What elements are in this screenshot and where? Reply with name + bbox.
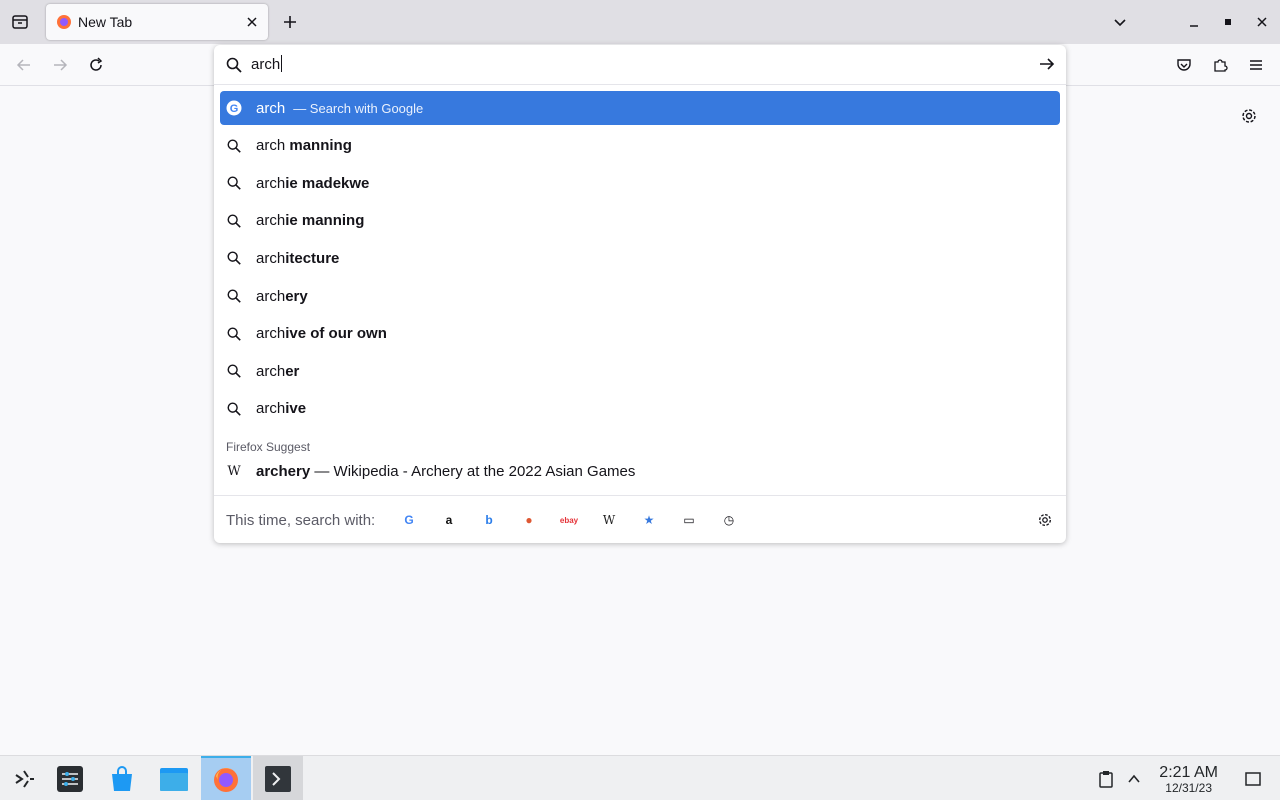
discover-store-icon[interactable] [98, 756, 146, 800]
search-icon [226, 138, 242, 154]
close-tab-icon[interactable] [244, 14, 260, 30]
system-settings-icon[interactable] [46, 756, 94, 800]
suggestion-completion: ive [285, 400, 307, 418]
system-tray-expand-icon[interactable] [1124, 769, 1144, 789]
digital-clock[interactable]: 2:21 AM 12/31/23 [1159, 764, 1218, 795]
terminal-icon[interactable] [253, 756, 303, 800]
search-icon [225, 56, 243, 79]
clock-date: 12/31/23 [1165, 781, 1212, 795]
suggestion-typed-part: arch [256, 212, 286, 230]
search-suggestion[interactable]: arch ie madekwe [220, 166, 1060, 200]
suggestion-completion: manning [285, 137, 352, 155]
clock-time: 2:21 AM [1159, 764, 1218, 781]
wikipedia-icon: W [227, 463, 241, 479]
suggestion-completion: ive of our own [285, 325, 387, 343]
suggestion-completion: ie manning [285, 212, 365, 230]
urlbar-dropdown: arch Garch — Search with Google arch manni… [214, 45, 1066, 543]
tab-new-tab[interactable]: New Tab [46, 4, 268, 40]
suggestion-typed-part: arch [256, 325, 286, 343]
search-icon [226, 288, 242, 304]
file-manager-icon[interactable] [150, 756, 198, 800]
urlbar-typed-text: arch [251, 56, 281, 73]
result-action-text: — Search with Google [293, 100, 424, 116]
app-menu-icon[interactable] [1246, 55, 1266, 75]
search-suggestion[interactable]: arch ie manning [220, 204, 1060, 238]
list-all-tabs-icon[interactable] [1110, 12, 1130, 32]
duckduckgo-icon[interactable]: ● [520, 511, 538, 529]
tab-strip: New Tab [0, 0, 1280, 44]
forward-icon[interactable] [50, 55, 70, 75]
suggestion-completion: ery [285, 287, 308, 305]
search-icon [226, 250, 242, 266]
maximize-icon[interactable] [1218, 12, 1238, 32]
minimize-icon[interactable] [1184, 12, 1204, 32]
customize-newtab-gear-icon[interactable] [1238, 105, 1260, 127]
search-suggestion[interactable]: arch ive [220, 392, 1060, 426]
new-tab-icon[interactable] [280, 12, 300, 32]
search-suggestion[interactable]: arch ive of our own [220, 317, 1060, 351]
firefox-icon [56, 14, 72, 30]
one-off-search-bar: This time, search with: Ga b ● ebay W ★ ▭ ◷ [214, 495, 1066, 543]
suggestion-completion: itecture [285, 249, 340, 267]
extensions-icon[interactable] [1210, 55, 1230, 75]
suggestion-typed-part: arch [256, 137, 286, 155]
search-settings-gear-icon[interactable] [1036, 511, 1054, 529]
suggestion-typed-part: arch [256, 249, 286, 267]
suggestion-typed-part: arch [256, 400, 286, 418]
suggestion-typed-part: arch [256, 99, 286, 117]
close-window-icon[interactable] [1252, 12, 1272, 32]
go-arrow-icon[interactable] [1038, 55, 1056, 78]
search-icon [226, 213, 242, 229]
suggestion-typed-part: arch [256, 362, 286, 380]
firefox-taskbar-icon[interactable] [201, 756, 251, 800]
back-icon[interactable] [14, 55, 34, 75]
search-suggestion[interactable]: arch er [220, 354, 1060, 388]
result-search-with-google[interactable]: Garch — Search with Google [220, 91, 1060, 125]
taskbar: 2:21 AM 12/31/23 [0, 755, 1280, 800]
clipboard-icon[interactable] [1096, 769, 1116, 789]
history-icon[interactable]: ◷ [720, 511, 738, 529]
search-icon [226, 326, 242, 342]
google-icon: G [226, 100, 242, 116]
pocket-icon[interactable] [1174, 55, 1194, 75]
suggestion-typed-part: arch [256, 174, 286, 192]
firefox-suggest-result[interactable]: W archery — Wikipedia - Archery at the 2… [220, 454, 1060, 488]
wikipedia-icon[interactable]: W [600, 511, 618, 529]
search-suggestion[interactable]: arch itecture [220, 241, 1060, 275]
bookmarks-icon[interactable]: ★ [640, 511, 658, 529]
search-icon [226, 175, 242, 191]
suggestion-completion: ie madekwe [285, 174, 370, 192]
suggest-group-label: Firefox Suggest [226, 440, 311, 454]
bing-icon[interactable]: b [480, 511, 498, 529]
amazon-icon[interactable]: a [440, 511, 458, 529]
suggest-rest: — Wikipedia - Archery at the 2022 Asian … [310, 462, 636, 480]
search-icon [226, 401, 242, 417]
text-caret [281, 55, 283, 72]
reload-icon[interactable] [86, 55, 106, 75]
svg-text:G: G [230, 103, 239, 115]
google-icon[interactable]: G [400, 511, 418, 529]
firefox-view-icon[interactable] [10, 12, 30, 32]
search-suggestion[interactable]: arch manning [220, 129, 1060, 163]
tab-title: New Tab [78, 14, 133, 30]
suggestion-completion: er [285, 362, 300, 380]
urlbar-input-row[interactable]: arch [214, 45, 1066, 85]
show-desktop-icon[interactable] [1243, 769, 1263, 789]
suggest-bold: archery [256, 462, 311, 480]
app-launcher-icon[interactable] [0, 756, 48, 800]
oneoff-label: This time, search with: [226, 512, 376, 529]
urlbar-input[interactable]: arch [251, 55, 283, 73]
ebay-icon[interactable]: ebay [560, 511, 578, 529]
tabs-icon[interactable]: ▭ [680, 511, 698, 529]
search-icon [226, 363, 242, 379]
suggestion-typed-part: arch [256, 287, 286, 305]
search-suggestion[interactable]: arch ery [220, 279, 1060, 313]
